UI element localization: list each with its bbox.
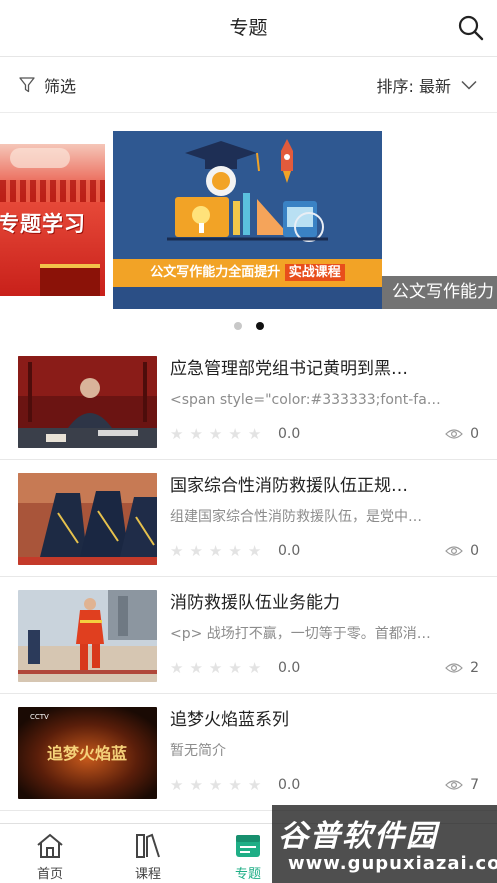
- tab-course-label: 课程: [134, 867, 161, 882]
- item-description: <span style="color:#333333;font-fa…: [170, 392, 441, 408]
- item-title: 追梦火焰蓝系列: [170, 710, 289, 730]
- item-description: <p> 战场打不赢，一切等于零。首都消…: [170, 626, 431, 642]
- item-thumbnail: [18, 590, 157, 682]
- rating-score: 0.0: [278, 426, 301, 442]
- watermark-overlay: 谷普软件园 www.gupuxiazai.com: [272, 805, 497, 883]
- view-count-value: 7: [470, 777, 479, 793]
- filter-bar: 筛选 排序: 最新: [0, 57, 497, 113]
- star-icon: ★: [247, 425, 262, 443]
- item-thumbnail: [18, 356, 157, 448]
- star-icon: ★: [208, 425, 223, 443]
- sort-dropdown[interactable]: 排序: 最新: [377, 57, 477, 113]
- watermark-brand: 谷普软件园: [278, 819, 438, 854]
- star-icon: ★: [170, 659, 184, 677]
- gate-decoration: [40, 264, 100, 296]
- rating-stars: ★ ★ ★ ★ ★: [170, 659, 261, 677]
- view-count-value: 2: [470, 660, 479, 676]
- item-title: 应急管理部党组书记黄明到黑…: [170, 359, 408, 379]
- course-icon: [136, 833, 160, 858]
- star-icon: ★: [247, 659, 262, 677]
- banner-highlight: 实战课程: [284, 264, 345, 281]
- firefighter-photo: [18, 590, 157, 682]
- star-icon: ★: [189, 659, 203, 677]
- view-count: 0: [445, 425, 479, 443]
- rating-score: 0.0: [278, 660, 301, 676]
- list-item[interactable]: 国家综合性消防救援队伍正规… 组建国家综合性消防救援队伍，是党中… ★ ★ ★ ★ ★ …: [0, 460, 497, 577]
- channel-logo: CCTV: [30, 713, 49, 721]
- tab-home[interactable]: 首页: [0, 824, 100, 883]
- item-title: 国家综合性消防救援队伍正规…: [170, 476, 408, 496]
- star-icon: ★: [247, 542, 262, 560]
- star-icon: ★: [189, 542, 203, 560]
- view-count-value: 0: [470, 543, 479, 559]
- star-icon: ★: [170, 542, 184, 560]
- view-count: 2: [445, 659, 479, 677]
- star-icon: ★: [228, 542, 242, 560]
- search-button[interactable]: [457, 14, 485, 42]
- item-description: 组建国家综合性消防救援队伍，是党中…: [170, 509, 422, 525]
- topic-list: 应急管理部党组书记黄明到黑… <span style="color:#33333…: [0, 343, 497, 811]
- carousel-slide-prev[interactable]: 专题学习: [0, 144, 105, 296]
- star-icon: ★: [208, 542, 223, 560]
- rating-stars: ★ ★ ★ ★ ★: [170, 776, 261, 794]
- watermark-url: www.gupuxiazai.com: [288, 853, 497, 874]
- fire-title-photo: 追梦火焰蓝 CCTV: [18, 707, 157, 799]
- list-item[interactable]: 追梦火焰蓝 CCTV 追梦火焰蓝系列 暂无简介 ★ ★ ★ ★ ★ 0.0 7: [0, 694, 497, 811]
- view-count: 7: [445, 776, 479, 794]
- item-description: 暂无简介: [170, 743, 226, 759]
- list-item[interactable]: 应急管理部党组书记黄明到黑… <span style="color:#33333…: [0, 343, 497, 460]
- star-icon: ★: [208, 659, 223, 677]
- rating-stars: ★ ★ ★ ★ ★: [170, 425, 261, 443]
- filter-label: 筛选: [44, 77, 77, 96]
- top-header: 专题: [0, 0, 497, 57]
- banner-title-text: 公文写作能力全面提升: [150, 265, 281, 280]
- sort-label: 排序: 最新: [376, 77, 451, 96]
- filter-button[interactable]: 筛选: [18, 57, 76, 113]
- banner-bottom: [113, 287, 382, 309]
- item-thumbnail: 追梦火焰蓝 CCTV: [18, 707, 157, 799]
- eye-icon: [445, 663, 463, 673]
- cloud-decoration: [10, 148, 70, 168]
- topic-icon: [236, 835, 260, 857]
- tab-course[interactable]: 课程: [98, 824, 198, 883]
- carousel-dot-active[interactable]: [255, 322, 264, 330]
- eye-icon: [445, 546, 463, 556]
- star-icon: ★: [228, 425, 242, 443]
- star-icon: ★: [228, 659, 242, 677]
- eye-icon: [445, 780, 463, 790]
- crowd-decoration: [0, 180, 105, 202]
- slide-prev-text: 专题学习: [0, 212, 86, 236]
- page-title: 专题: [229, 17, 268, 39]
- carousel-caption: 公文写作能力: [382, 276, 497, 309]
- view-count-value: 0: [470, 426, 479, 442]
- star-icon: ★: [189, 425, 203, 443]
- rating-score: 0.0: [278, 777, 301, 793]
- star-icon: ★: [170, 425, 184, 443]
- home-icon: [37, 833, 63, 858]
- item-title: 消防救援队伍业务能力: [170, 593, 340, 613]
- thumb-fire-title: 追梦火焰蓝: [47, 744, 127, 763]
- star-icon: ★: [228, 776, 242, 794]
- tab-home-label: 首页: [36, 867, 63, 882]
- chevron-down-icon: [461, 80, 477, 90]
- carousel-slide-current[interactable]: 公文写作能力全面提升 实战课程: [113, 131, 382, 309]
- list-item[interactable]: 消防救援队伍业务能力 <p> 战场打不赢，一切等于零。首都消… ★ ★ ★ ★ ★ 0.…: [0, 577, 497, 694]
- rating-stars: ★ ★ ★ ★ ★: [170, 542, 261, 560]
- star-icon: ★: [170, 776, 184, 794]
- item-thumbnail: [18, 473, 157, 565]
- carousel-dot[interactable]: [233, 322, 242, 330]
- funnel-icon: [19, 77, 35, 93]
- star-icon: ★: [189, 776, 203, 794]
- honor-guard-photo: [18, 473, 157, 565]
- star-icon: ★: [208, 776, 223, 794]
- rating-score: 0.0: [278, 543, 301, 559]
- banner-carousel[interactable]: 专题学习 公文写作能力全面提升 实战课程 公文写作能力: [0, 113, 497, 343]
- banner-title: 公文写作能力全面提升 实战课程: [113, 261, 382, 285]
- star-icon: ★: [247, 776, 262, 794]
- eye-icon: [445, 429, 463, 439]
- carousel-indicator: [0, 322, 497, 330]
- search-icon: [458, 15, 484, 41]
- view-count: 0: [445, 542, 479, 560]
- meeting-photo: [18, 356, 157, 448]
